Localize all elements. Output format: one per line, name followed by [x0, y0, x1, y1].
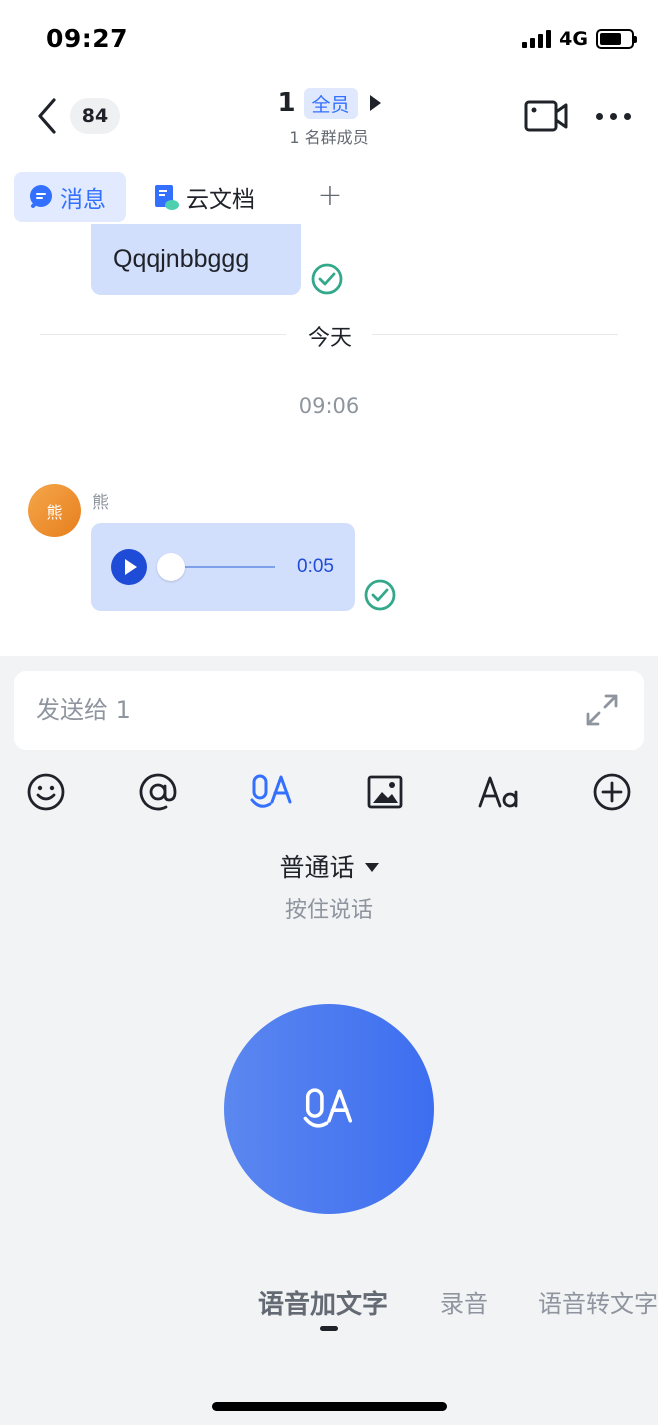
unread-count-badge[interactable]: 84 [70, 98, 120, 134]
slider-knob[interactable] [157, 553, 185, 581]
back-arrow-icon[interactable] [32, 96, 62, 136]
mode-tab-record[interactable]: 录音 [440, 1284, 488, 1319]
at-mention-icon[interactable] [136, 770, 180, 814]
hold-to-talk-hint: 按住说话 [284, 898, 373, 923]
tab-cloud-docs-label: 云文档 [186, 187, 255, 213]
group-tag: 全员 [303, 87, 358, 119]
signal-icon [522, 30, 552, 48]
add-more-icon[interactable] [590, 770, 634, 814]
message-input[interactable] [36, 690, 556, 730]
tab-messages[interactable]: 消息 [14, 172, 126, 222]
avatar[interactable]: 熊 [28, 484, 81, 537]
voice-progress-slider[interactable] [157, 552, 285, 582]
sender-name: 熊 [92, 493, 109, 513]
video-call-icon[interactable] [523, 98, 569, 134]
date-divider: 今天 [307, 326, 352, 351]
text-format-icon[interactable] [477, 770, 521, 814]
member-count: 1 名群成员 [289, 128, 369, 147]
status-time: 09:27 [46, 24, 129, 53]
active-mode-indicator [320, 1326, 338, 1331]
voice-input-icon [303, 1088, 353, 1128]
image-icon[interactable] [363, 770, 407, 814]
cloud-doc-icon [155, 185, 179, 210]
date-divider-line-right [372, 334, 618, 335]
date-divider-line-left [40, 334, 286, 335]
expand-icon[interactable] [584, 692, 620, 728]
hold-to-talk-button[interactable] [224, 1004, 434, 1214]
text-message-bubble[interactable]: Qqqjnbbggg [91, 224, 301, 295]
language-select[interactable]: 普通话 [0, 848, 658, 884]
voice-message-bubble[interactable]: 0:05 [91, 523, 355, 611]
home-indicator[interactable] [212, 1402, 447, 1411]
language-label: 普通话 [279, 853, 355, 882]
read-check-icon [311, 263, 343, 295]
play-icon[interactable] [111, 549, 147, 585]
add-tab-icon[interactable]: + [316, 180, 344, 212]
status-indicators: 4G [522, 28, 637, 50]
message-timestamp: 09:06 [298, 394, 360, 418]
voice-input-icon[interactable] [250, 770, 294, 814]
caret-right-icon [369, 95, 381, 111]
mode-tab-voice-and-text[interactable]: 语音加文字 [258, 1284, 388, 1321]
read-check-icon [364, 579, 396, 611]
voice-duration: 0:05 [297, 556, 334, 577]
chat-title-area[interactable]: 1 全员 1 名群成员 [220, 84, 438, 154]
emoji-icon[interactable] [24, 770, 68, 814]
tab-messages-label: 消息 [60, 187, 106, 213]
network-type: 4G [559, 28, 588, 50]
battery-icon [596, 29, 637, 49]
more-options-icon[interactable] [596, 108, 636, 124]
mode-tab-speech-to-text[interactable]: 语音转文字 [538, 1284, 658, 1319]
chat-bubble-icon [30, 185, 52, 208]
tab-cloud-docs[interactable]: 云文档 [154, 172, 255, 222]
caret-down-icon [364, 862, 379, 872]
chat-title: 1 [277, 88, 296, 118]
